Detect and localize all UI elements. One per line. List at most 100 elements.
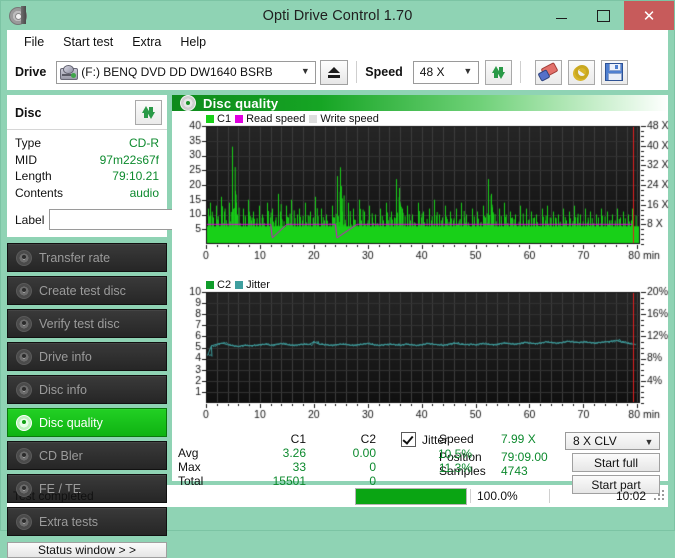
legend-label: C1 xyxy=(217,113,232,125)
drive-select[interactable]: (F:) BENQ DVD DD DW1640 BSRB ▼ xyxy=(56,60,317,84)
disc-row-key: Length xyxy=(15,169,52,183)
disc-row-value: CD-R xyxy=(129,136,159,150)
maximize-button[interactable] xyxy=(582,1,624,30)
close-button[interactable]: ✕ xyxy=(624,1,674,30)
drive-label: Drive xyxy=(15,65,47,79)
disc-icon xyxy=(16,480,32,497)
sidebar-item-label: Disc quality xyxy=(39,415,103,430)
disc-info-panel: Disc Type CD-R MID 97m22s67f Length 79:1… xyxy=(7,95,257,237)
disc-icon xyxy=(16,447,32,464)
eject-bar-icon xyxy=(328,74,341,78)
stats-cell-c2: 0 xyxy=(369,460,376,474)
c1-chart-legend: C1 Read speed Write speed xyxy=(206,113,379,125)
sidebar-item-verify-test-disc[interactable]: Verify test disc xyxy=(7,309,167,338)
sidebar-item-label: Transfer rate xyxy=(39,250,111,265)
disc-label-row: Label xyxy=(7,205,257,237)
erase-button[interactable] xyxy=(534,59,562,85)
disc-panel-title: Disc xyxy=(15,105,42,120)
c2-chart-legend: C2 Jitter xyxy=(206,279,270,291)
disc-info-rows: Type CD-R MID 97m22s67f Length 79:10.21 … xyxy=(7,130,167,205)
sidebar-item-label: Drive info xyxy=(39,349,92,364)
disc-row-contents: Contents audio xyxy=(15,185,159,202)
toolbar-divider-2 xyxy=(519,61,521,83)
disc-row-key: Contents xyxy=(15,185,64,200)
disc-row-value: audio xyxy=(129,185,159,200)
jitter-checkbox[interactable] xyxy=(401,432,416,447)
eject-button[interactable] xyxy=(320,59,349,85)
sidebar-item-label: Verify test disc xyxy=(39,316,120,331)
speed-label: Speed xyxy=(365,65,403,79)
floppy-save-icon xyxy=(605,63,624,81)
legend-c2: C2 xyxy=(206,279,231,291)
stats-row-label: Avg xyxy=(178,446,199,460)
legend-write-speed: Write speed xyxy=(309,113,379,125)
tools-button[interactable] xyxy=(567,59,595,85)
stats-cell-c2: 0 xyxy=(369,474,376,488)
sidebar-item-disc-quality[interactable]: Disc quality xyxy=(7,408,167,437)
disc-row-key: Type xyxy=(15,136,42,150)
position-stat-value: 79:09.00 xyxy=(501,450,548,464)
legend-swatch xyxy=(309,115,318,123)
disc-icon xyxy=(16,249,32,266)
disc-quality-panel: Disc quality C1 Read speed Write speed C… xyxy=(172,95,675,494)
minimize-button[interactable] xyxy=(540,1,582,30)
menu-item-help[interactable]: Help xyxy=(171,32,216,52)
disc-icon xyxy=(16,381,32,398)
disc-refresh-button[interactable] xyxy=(135,100,162,125)
eject-triangle-icon xyxy=(328,66,341,73)
stats-cell-c1: 15501 xyxy=(272,474,306,488)
sidebar-item-extra-tests[interactable]: Extra tests xyxy=(7,507,167,536)
panel-title: Disc quality xyxy=(203,95,279,111)
status-window-button[interactable]: Status window > > xyxy=(7,542,167,558)
window-controls: ✕ xyxy=(540,1,674,30)
menu-bar: File Start test Extra Help xyxy=(7,30,668,54)
stats-header-c2: C2 xyxy=(360,432,376,446)
refresh-button[interactable] xyxy=(484,59,512,85)
disc-row-key: MID xyxy=(15,152,37,167)
write-strategy-select[interactable]: 8 X CLV ▼ xyxy=(565,432,660,451)
legend-swatch xyxy=(235,115,244,123)
panel-header: Disc quality xyxy=(172,95,668,111)
menu-item-file[interactable]: File xyxy=(15,32,54,52)
stats-cell-c2: 0.00 xyxy=(352,446,376,460)
refresh-icon xyxy=(491,65,506,80)
progress-percent: 100.0% xyxy=(470,489,549,503)
legend-label: C2 xyxy=(217,279,232,291)
c2-chart-canvas xyxy=(174,279,675,429)
stats-cell-c1: 33 xyxy=(292,460,306,474)
disc-icon xyxy=(16,348,32,365)
sidebar-item-transfer-rate[interactable]: Transfer rate xyxy=(7,243,167,272)
samples-stat-value: 4743 xyxy=(501,464,528,478)
menu-item-extra[interactable]: Extra xyxy=(123,32,171,52)
start-full-button[interactable]: Start full xyxy=(572,453,660,473)
save-button[interactable] xyxy=(600,59,628,85)
resize-grip-icon[interactable] xyxy=(654,490,666,502)
speed-stat-value: 7.99 X xyxy=(501,432,536,446)
sidebar-item-drive-info[interactable]: Drive info xyxy=(7,342,167,371)
charts-area: C1 Read speed Write speed C2 Jitter xyxy=(172,111,675,429)
test-action-buttons: 8 X CLV ▼ Start full Start part xyxy=(565,432,662,494)
menu-item-start-test[interactable]: Start test xyxy=(54,32,123,52)
statistics-area: C1 C2 Avg 3.26 0.00 Max 33 0 Total 15501… xyxy=(172,429,668,494)
sidebar-item-cd-bler[interactable]: CD Bler xyxy=(7,441,167,470)
error-stats-table: C1 C2 Avg 3.26 0.00 Max 33 0 Total 15501… xyxy=(178,432,472,494)
sidebar-item-create-test-disc[interactable]: Create test disc xyxy=(7,276,167,305)
sidebar-item-disc-info[interactable]: Disc info xyxy=(7,375,167,404)
disc-row-mid: MID 97m22s67f xyxy=(15,152,159,169)
disc-row-value: 97m22s67f xyxy=(99,152,159,167)
main-content: Disc Type CD-R MID 97m22s67f Length 79:1… xyxy=(7,95,675,558)
title-bar: Opti Drive Control 1.70 ✕ xyxy=(1,1,674,30)
disc-icon xyxy=(16,414,32,431)
test-status-values: 7.99 X 79:09.00 4743 xyxy=(501,432,565,494)
disc-row-length: Length 79:10.21 xyxy=(15,168,159,185)
stats-header-c1: C1 xyxy=(290,432,306,446)
jitter-header: Jitter xyxy=(368,432,478,447)
legend-label: Write speed xyxy=(320,113,379,125)
disc-row-value: 79:10.21 xyxy=(112,169,159,183)
sidebar-item-label: Extra tests xyxy=(39,514,99,529)
sidebar-item-label: CD Bler xyxy=(39,448,83,463)
legend-jitter: Jitter xyxy=(235,279,270,291)
toolbar-divider-1 xyxy=(356,61,358,83)
speed-select[interactable]: 48 X ▼ xyxy=(412,60,479,84)
write-strategy-value: 8 X CLV xyxy=(573,434,617,449)
